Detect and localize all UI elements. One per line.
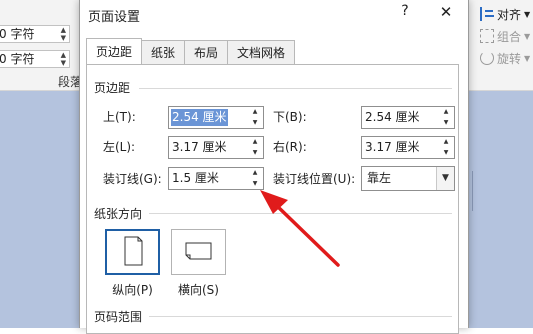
margins-section-title: 页边距: [94, 81, 131, 95]
tab-strip: 页边距 纸张 布局 文档网格: [86, 38, 296, 65]
gutter-spinner[interactable]: 1.5 厘米 ▲ ▼: [168, 167, 264, 190]
top-margin-label: 上(T):: [103, 110, 136, 124]
align-button[interactable]: 对齐 ▼: [480, 4, 530, 24]
margins-section-rule: [139, 88, 452, 89]
bottom-margin-spinner[interactable]: 2.54 厘米 ▲ ▼: [361, 106, 455, 129]
indent-right-spinner[interactable]: ▲ ▼: [61, 51, 66, 67]
rotate-dropdown-icon: ▼: [524, 53, 531, 63]
top-margin-spinner[interactable]: 2.54 厘米 ▲ ▼: [168, 106, 264, 129]
right-margin-spinner[interactable]: 3.17 厘米 ▲ ▼: [361, 136, 455, 159]
help-button[interactable]: ?: [397, 3, 413, 21]
rotate-icon: [480, 51, 494, 65]
gutter-up-icon[interactable]: ▲: [248, 168, 262, 178]
align-label: 对齐: [497, 7, 522, 22]
right-margin-down-icon[interactable]: ▼: [439, 148, 453, 158]
orientation-section-title: 纸张方向: [94, 207, 143, 221]
gutter-position-value: 靠左: [367, 171, 392, 185]
portrait-label[interactable]: 纵向(P): [104, 281, 161, 298]
close-button[interactable]: ✕: [436, 3, 456, 21]
top-margin-down-icon[interactable]: ▼: [248, 118, 262, 128]
bottom-margin-label: 下(B):: [273, 110, 307, 124]
left-margin-value: 3.17 厘米: [172, 140, 227, 154]
portrait-page-icon: [124, 236, 143, 266]
landscape-page-icon: [185, 242, 212, 260]
rotate-button[interactable]: 旋转 ▼: [480, 48, 530, 68]
portrait-option[interactable]: [105, 229, 160, 275]
pages-section-rule: [149, 316, 452, 317]
tab-margins[interactable]: 页边距: [86, 38, 143, 64]
landscape-option[interactable]: [171, 229, 226, 275]
indent-right-field[interactable]: 0 字符 ▲ ▼: [0, 50, 70, 68]
align-dropdown-icon: ▼: [524, 9, 531, 19]
tab-document-grid[interactable]: 文档网格: [227, 40, 296, 64]
indent-left-field[interactable]: 0 字符 ▲ ▼: [0, 25, 70, 43]
orientation-section-rule: [149, 213, 452, 214]
page-setup-dialog: 页面设置 ? ✕ 页边距 纸张 布局 文档网格 页边距 上(T): 2.54 厘…: [79, 0, 469, 334]
indent-left-spinner[interactable]: ▲ ▼: [61, 26, 66, 42]
group-button[interactable]: 组合 ▼: [480, 26, 530, 46]
bottom-margin-up-icon[interactable]: ▲: [439, 107, 453, 117]
top-margin-up-icon[interactable]: ▲: [248, 107, 262, 117]
indent-left-value: 0 字符: [0, 27, 35, 41]
left-margin-down-icon[interactable]: ▼: [248, 148, 262, 158]
right-margin-label: 右(R):: [273, 140, 307, 154]
rotate-label: 旋转: [497, 51, 522, 66]
bottom-margin-down-icon[interactable]: ▼: [439, 118, 453, 128]
tab-layout[interactable]: 布局: [184, 40, 229, 64]
pages-section-title: 页码范围: [94, 310, 143, 324]
group-label: 组合: [497, 29, 522, 44]
indent-right-value: 0 字符: [0, 52, 35, 66]
gutter-position-label: 装订线位置(U):: [273, 172, 356, 186]
tab-paper[interactable]: 纸张: [141, 40, 186, 64]
gutter-position-dropdown-icon: ▼: [436, 167, 454, 190]
group-dropdown-icon: ▼: [524, 31, 531, 41]
document-margin-mark: [472, 171, 473, 211]
gutter-down-icon[interactable]: ▼: [248, 179, 262, 189]
left-margin-up-icon[interactable]: ▲: [248, 137, 262, 147]
left-margin-spinner[interactable]: 3.17 厘米 ▲ ▼: [168, 136, 264, 159]
left-margin-label: 左(L):: [103, 140, 136, 154]
gutter-position-select[interactable]: 靠左 ▼: [361, 166, 455, 191]
gutter-label: 装订线(G):: [103, 172, 162, 186]
bottom-margin-value: 2.54 厘米: [365, 110, 420, 124]
dialog-title: 页面设置: [88, 10, 141, 25]
right-margin-up-icon[interactable]: ▲: [439, 137, 453, 147]
gutter-value: 1.5 厘米: [172, 171, 219, 185]
right-margin-value: 3.17 厘米: [365, 140, 420, 154]
group-objects-icon: [480, 29, 494, 43]
margins-panel: 页边距 上(T): 2.54 厘米 ▲ ▼ 下(B): 2.54 厘米 ▲ ▼ …: [86, 64, 459, 334]
landscape-label[interactable]: 横向(S): [170, 281, 227, 298]
top-margin-value: 2.54 厘米: [171, 109, 228, 126]
align-icon: [480, 7, 494, 21]
